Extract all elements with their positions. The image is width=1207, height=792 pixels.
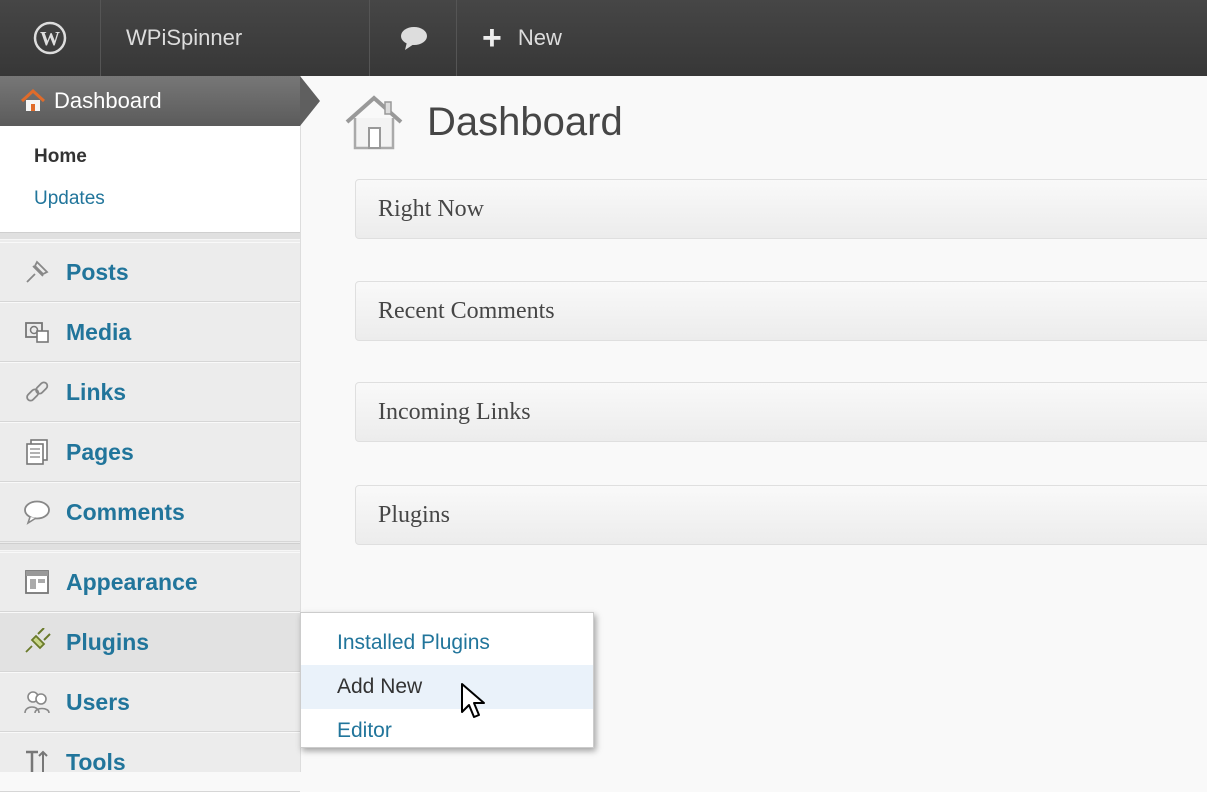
sidebar-item-tools[interactable]: Tools (0, 732, 300, 792)
sidebar-item-label: Comments (66, 498, 185, 525)
sidebar-item-dashboard[interactable]: Dashboard (0, 76, 320, 126)
link-icon (20, 377, 54, 407)
dashboard-home-icon (345, 95, 403, 150)
flyout-item-editor[interactable]: Editor (301, 709, 593, 753)
plus-icon: + (482, 19, 502, 57)
tools-icon (20, 747, 54, 777)
page-title: Dashboard (427, 99, 623, 144)
media-icon (20, 317, 54, 347)
pin-icon (20, 257, 54, 287)
comment-icon (20, 497, 54, 527)
site-name-link[interactable]: WPiSpinner (102, 0, 370, 76)
postbox-title: Recent Comments (378, 297, 555, 324)
postbox-title: Right Now (378, 195, 485, 222)
submenu-item-home[interactable]: Home (34, 146, 87, 168)
sidebar-item-label: Links (66, 378, 127, 405)
sidebar-item-posts[interactable]: Posts (0, 242, 300, 302)
users-icon (20, 687, 54, 717)
wordpress-logo-icon: W (33, 21, 67, 55)
admin-bar: W WPiSpinner + New (0, 0, 1207, 76)
new-label: New (517, 25, 562, 50)
postbox-plugins[interactable]: Plugins (355, 485, 1207, 545)
flyout-item-installed-plugins[interactable]: Installed Plugins (301, 621, 593, 665)
svg-text:W: W (40, 28, 60, 50)
postbox-title: Incoming Links (378, 398, 531, 425)
sidebar-item-label: Posts (66, 258, 129, 285)
postbox-title: Plugins (378, 501, 451, 528)
pages-icon (20, 437, 54, 467)
sidebar-item-label: Pages (66, 438, 134, 465)
plugin-icon (20, 627, 54, 657)
sidebar-item-label: Dashboard (54, 88, 162, 113)
sidebar-item-label: Media (66, 318, 132, 345)
sidebar-item-media[interactable]: Media (0, 302, 300, 362)
submenu-item-updates[interactable]: Updates (34, 188, 105, 210)
sidebar-item-pages[interactable]: Pages (0, 422, 300, 482)
menu-separator (0, 543, 300, 551)
postbox-right-now[interactable]: Right Now (355, 179, 1207, 239)
flyout-item-add-new[interactable]: Add New (301, 665, 593, 709)
sidebar-item-label: Tools (66, 748, 126, 775)
sidebar-item-links[interactable]: Links (0, 362, 300, 422)
sidebar-item-comments[interactable]: Comments (0, 482, 300, 542)
admin-sidebar: Dashboard Home Updates Posts Media Links… (0, 76, 320, 792)
mouse-cursor-icon (461, 683, 485, 718)
home-icon (20, 89, 46, 111)
new-content-button[interactable]: + New (458, 0, 588, 76)
comments-button[interactable] (372, 0, 457, 76)
postbox-incoming-links[interactable]: Incoming Links (355, 382, 1207, 442)
wordpress-logo-button[interactable]: W (0, 0, 101, 76)
page-header: Dashboard (341, 94, 623, 150)
sidebar-item-label: Appearance (66, 568, 198, 595)
site-name-label: WPiSpinner (126, 25, 243, 50)
sidebar-item-plugins[interactable]: Plugins (0, 612, 320, 673)
menu-separator (0, 232, 300, 240)
plugins-flyout-menu: Installed Plugins Add New Editor (300, 612, 594, 748)
postbox-recent-comments[interactable]: Recent Comments (355, 281, 1207, 341)
appearance-icon (20, 567, 54, 597)
dashboard-submenu: Home Updates (0, 126, 300, 232)
sidebar-item-users[interactable]: Users (0, 672, 300, 732)
sidebar-item-label: Plugins (66, 628, 150, 655)
sidebar-item-appearance[interactable]: Appearance (0, 552, 300, 612)
sidebar-item-label: Users (66, 688, 130, 715)
comment-bubble-icon (401, 27, 427, 50)
